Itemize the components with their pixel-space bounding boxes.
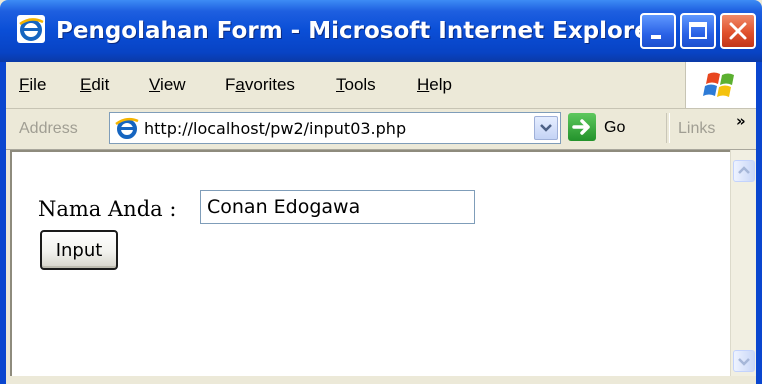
chevron-down-icon xyxy=(540,124,552,132)
ie-page-icon xyxy=(115,117,139,139)
title-bar[interactable]: Pengolahan Form - Microsoft Internet Exp… xyxy=(0,0,762,62)
menu-favorites[interactable]: Favorites xyxy=(225,72,295,98)
close-icon xyxy=(729,22,747,40)
menu-help[interactable]: Help xyxy=(417,72,452,98)
maximize-icon xyxy=(689,22,707,39)
maximize-button[interactable] xyxy=(680,13,716,49)
window-frame-right xyxy=(756,62,762,384)
arrow-right-icon xyxy=(572,119,590,135)
chevron-up-icon xyxy=(738,166,750,174)
scroll-down-button[interactable] xyxy=(733,350,755,372)
menu-tools[interactable]: Tools xyxy=(336,72,376,98)
url-input[interactable] xyxy=(144,113,514,143)
minimize-button[interactable] xyxy=(640,13,676,49)
scroll-up-button[interactable] xyxy=(733,160,755,182)
chevron-down-icon xyxy=(738,358,750,366)
links-more-button[interactable]: » xyxy=(736,112,746,130)
minimize-icon xyxy=(651,35,661,39)
address-label: Address xyxy=(19,120,78,137)
vertical-scrollbar[interactable] xyxy=(730,150,756,376)
menu-edit[interactable]: Edit xyxy=(80,72,109,98)
windows-logo-icon xyxy=(703,72,734,97)
input-submit-button[interactable]: Input xyxy=(40,230,118,270)
links-label[interactable]: Links xyxy=(678,116,715,142)
ie-logo-icon xyxy=(17,15,45,43)
nama-label: Nama Anda : xyxy=(38,197,177,221)
go-label: Go xyxy=(604,119,626,136)
nama-input[interactable] xyxy=(200,190,475,224)
close-button[interactable] xyxy=(720,13,756,49)
page-content: Nama Anda : Input xyxy=(10,150,730,376)
windows-logo xyxy=(685,62,756,108)
go-button[interactable]: Go xyxy=(568,113,658,143)
browser-window: Pengolahan Form - Microsoft Internet Exp… xyxy=(0,0,762,384)
menu-view[interactable]: View xyxy=(149,72,186,98)
menu-bar: File Edit View Favorites Tools Help xyxy=(6,62,756,109)
address-dropdown-button[interactable] xyxy=(534,116,558,140)
menu-file[interactable]: File xyxy=(19,72,46,98)
toolbar-separator xyxy=(666,113,670,143)
chevron-double-right-icon: » xyxy=(736,112,746,130)
window-title: Pengolahan Form - Microsoft Internet Exp… xyxy=(56,18,662,44)
go-arrow xyxy=(568,113,596,141)
address-field[interactable] xyxy=(109,112,561,144)
address-bar: Address Go Links » xyxy=(6,109,756,150)
